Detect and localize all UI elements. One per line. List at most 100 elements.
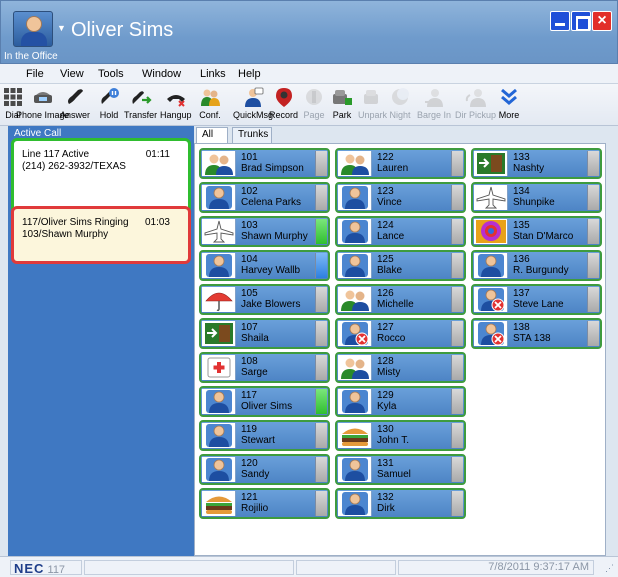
- extension-button-132[interactable]: 132 Dirk: [335, 488, 466, 519]
- extension-button-122[interactable]: 122 Lauren: [335, 148, 466, 179]
- extension-button-134[interactable]: 134 Shunpike: [471, 182, 602, 213]
- extension-number: 127: [377, 322, 394, 333]
- extension-name: R. Burgundy: [513, 265, 569, 276]
- toolbar-quickmsg-button[interactable]: QuickMsg: [233, 86, 273, 124]
- close-button[interactable]: ×: [592, 11, 612, 31]
- unpark-icon: [362, 86, 384, 108]
- extension-button-108[interactable]: 108 Sarge: [199, 352, 330, 383]
- extension-button-126[interactable]: 126 Michelle: [335, 284, 466, 315]
- record-icon: [273, 86, 295, 108]
- extension-button-117[interactable]: 117 Oliver Sims: [199, 386, 330, 417]
- ringing-call-time: 01:03: [144, 217, 170, 228]
- extension-button-129[interactable]: 129 Kyla: [335, 386, 466, 417]
- extension-button-130[interactable]: 130 John T.: [335, 420, 466, 451]
- phone-image-icon: [32, 86, 54, 108]
- hold-icon: [98, 86, 120, 108]
- toolbar-answer-button[interactable]: Answer: [60, 86, 90, 124]
- toolbar-park-button[interactable]: Park: [331, 86, 353, 124]
- umbrella-icon: [202, 287, 236, 312]
- line-status-led: [315, 457, 327, 482]
- toolbar-hangup-button[interactable]: Hangup: [160, 86, 192, 124]
- extension-button-105[interactable]: 105 Jake Blowers: [199, 284, 330, 315]
- active-call-card[interactable]: Line 117 Active 01:11 (214) 262-3932/TEX…: [11, 138, 191, 214]
- extension-number: 101: [241, 152, 258, 163]
- presence-status[interactable]: In the Office: [4, 51, 58, 62]
- extension-name: Misty: [377, 367, 401, 378]
- extension-button-102[interactable]: 102 Celena Parks: [199, 182, 330, 213]
- toolbar-unpark-button[interactable]: Unpark: [358, 86, 387, 124]
- extension-button-137[interactable]: 137 Steve Lane: [471, 284, 602, 315]
- line-status-led: [315, 491, 327, 516]
- extension-button-103[interactable]: 103 Shawn Murphy: [199, 216, 330, 247]
- call-panel: Active Call Line 117 Active 01:11 (214) …: [8, 126, 194, 556]
- active-call-time: 01:11: [145, 149, 170, 160]
- extension-button-123[interactable]: 123 Vince: [335, 182, 466, 213]
- toolbar-more-button[interactable]: More: [498, 86, 520, 124]
- extension-button-128[interactable]: 128 Misty: [335, 352, 466, 383]
- toolbar-barge-in-button[interactable]: Barge In: [417, 86, 451, 124]
- extension-button-121[interactable]: 121 Rojilio: [199, 488, 330, 519]
- user-avatar[interactable]: [13, 11, 53, 47]
- status-cell-3: [296, 560, 396, 575]
- toolbar-label: Barge In: [417, 110, 452, 120]
- menu-help[interactable]: Help: [238, 68, 261, 80]
- airplane-icon: [474, 185, 508, 210]
- extension-button-104[interactable]: 104 Harvey Wallb: [199, 250, 330, 281]
- extension-button-138[interactable]: 138 STA 138: [471, 318, 602, 349]
- extension-button-135[interactable]: 135 Stan D'Marco: [471, 216, 602, 247]
- tab-all[interactable]: All: [196, 127, 228, 144]
- line-status-led: [587, 185, 599, 210]
- maximize-button[interactable]: [571, 11, 591, 31]
- presence-dropdown-icon[interactable]: ▼: [57, 23, 66, 33]
- menu-links[interactable]: Links: [200, 68, 226, 80]
- menu-tools[interactable]: Tools: [98, 68, 124, 80]
- toolbar-label: More: [498, 110, 520, 120]
- menu-view[interactable]: View: [60, 68, 84, 80]
- user-name: Oliver Sims: [71, 19, 174, 41]
- toolbar-conference-button[interactable]: Conf.: [199, 86, 221, 124]
- user-icon: [202, 457, 236, 482]
- line-status-led: [587, 321, 599, 346]
- extension-button-107[interactable]: 107 Shaila: [199, 318, 330, 349]
- extension-number: 130: [377, 424, 394, 435]
- extension-button-131[interactable]: 131 Samuel: [335, 454, 466, 485]
- extension-number: 138: [513, 322, 530, 333]
- toolbar-night-button[interactable]: Night: [389, 86, 411, 124]
- extension-name: John T.: [377, 435, 410, 446]
- tab-trunks[interactable]: Trunks: [232, 127, 272, 144]
- extension-name: Rocco: [377, 333, 406, 344]
- line-status-led: [587, 151, 599, 176]
- extension-number: 128: [377, 356, 394, 367]
- minimize-button[interactable]: [550, 11, 570, 31]
- extension-button-124[interactable]: 124 Lance: [335, 216, 466, 247]
- extension-button-133[interactable]: 133 Nashty: [471, 148, 602, 179]
- extension-button-127[interactable]: 127 Rocco: [335, 318, 466, 349]
- line-status-led: [315, 355, 327, 380]
- extension-number: 134: [513, 186, 530, 197]
- extension-button-136[interactable]: 136 R. Burgundy: [471, 250, 602, 281]
- extension-name: Kyla: [377, 401, 397, 412]
- toolbar-page-button[interactable]: Page: [303, 86, 325, 124]
- menu-window[interactable]: Window: [142, 68, 181, 80]
- airplane-icon: [202, 219, 236, 244]
- toolbar-label: Park: [332, 110, 352, 120]
- active-call-line: Line 117 Active: [22, 149, 90, 160]
- line-status-led: [315, 151, 327, 176]
- extension-name: Shawn Murphy: [241, 231, 308, 242]
- extension-button-125[interactable]: 125 Blake: [335, 250, 466, 281]
- toolbar-transfer-button[interactable]: Transfer: [124, 86, 157, 124]
- extension-button-101[interactable]: 101 Brad Simpson: [199, 148, 330, 179]
- user-icon: [202, 253, 236, 278]
- line-status-led: [451, 185, 463, 210]
- toolbar-record-button[interactable]: Record: [269, 86, 298, 124]
- extension-button-119[interactable]: 119 Stewart: [199, 420, 330, 451]
- menu-file[interactable]: File: [26, 68, 44, 80]
- ringing-call-card[interactable]: 117/Oliver Sims Ringing 01:03 103/Shawn …: [11, 206, 191, 264]
- extension-name: Celena Parks: [241, 197, 302, 208]
- extension-number: 104: [241, 254, 258, 265]
- toolbar-dir-pickup-button[interactable]: Dir Pickup: [455, 86, 496, 124]
- toolbar-hold-button[interactable]: Hold: [98, 86, 120, 124]
- conference-icon: [199, 86, 221, 108]
- extension-button-120[interactable]: 120 Sandy: [199, 454, 330, 485]
- resize-grip-icon[interactable]: ⋰: [605, 563, 614, 574]
